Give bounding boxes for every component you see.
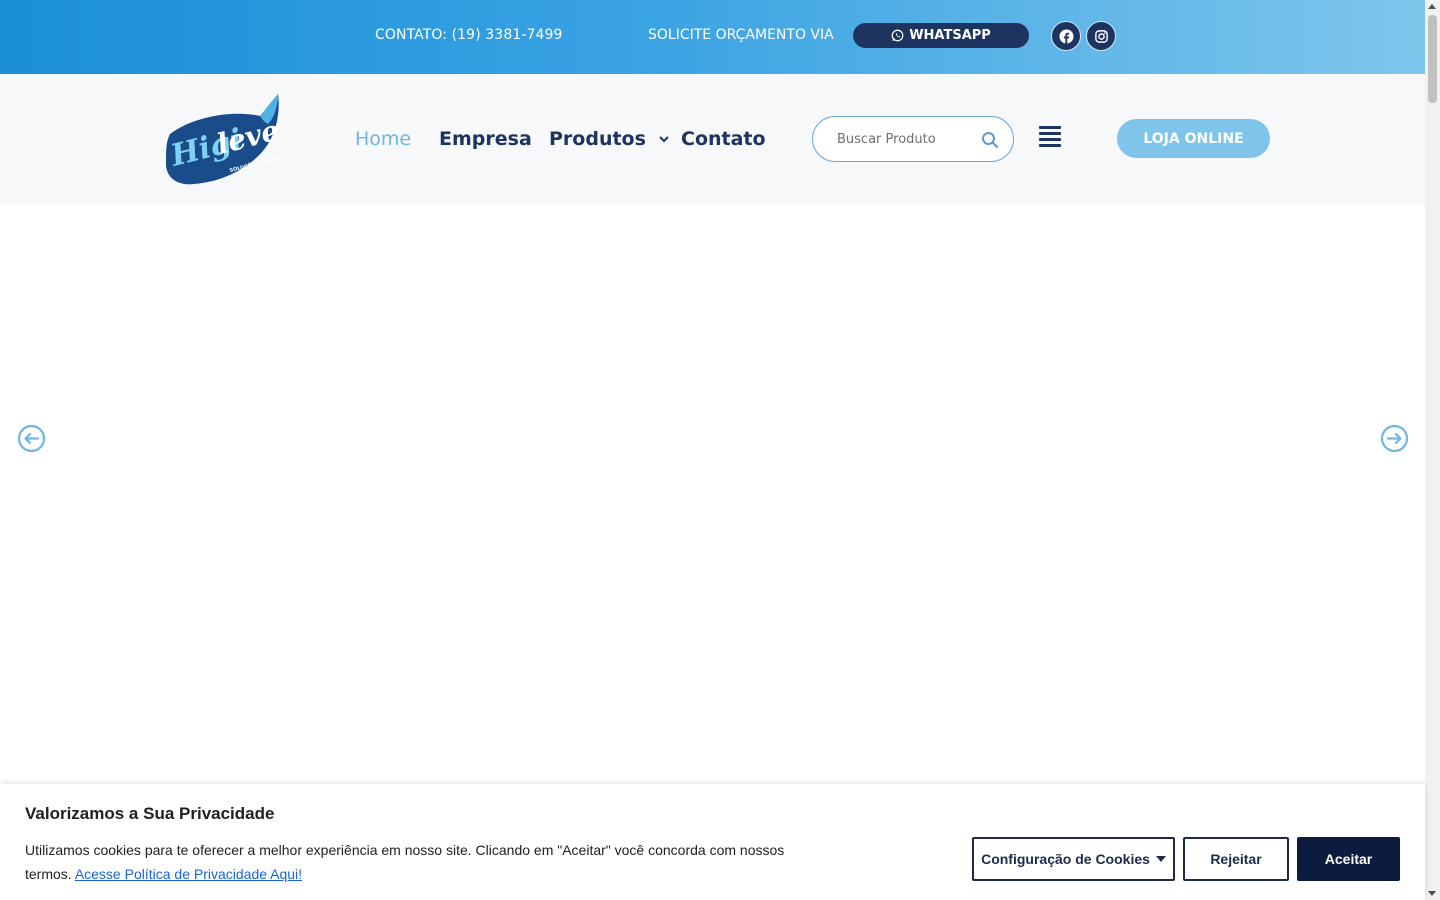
search-icon[interactable] (981, 131, 999, 149)
cookie-title: Valorizamos a Sua Privacidade (25, 804, 275, 823)
cookie-banner: Valorizamos a Sua Privacidade Utilizamos… (0, 784, 1425, 900)
accept-button[interactable]: Aceitar (1297, 837, 1400, 881)
contact-phone[interactable]: CONTATO: (19) 3381-7499 (375, 27, 563, 43)
facebook-link[interactable] (1051, 21, 1081, 51)
scroll-up-arrow[interactable] (1428, 4, 1436, 9)
site-header: Higi leve SOLUÇÕES EM LIMPEZA Home Empre… (0, 74, 1425, 205)
hero-slider (0, 205, 1425, 785)
nav-produtos[interactable]: Produtos (549, 128, 669, 150)
cookie-settings-button[interactable]: Configuração de Cookies (972, 837, 1175, 881)
search-box[interactable]: Buscar Produto (812, 116, 1014, 162)
facebook-icon (1058, 28, 1074, 44)
online-store-button[interactable]: LOJA ONLINE (1117, 119, 1270, 158)
page-scrollbar[interactable] (1425, 0, 1440, 900)
reject-button[interactable]: Rejeitar (1183, 837, 1289, 881)
top-bar: CONTATO: (19) 3381-7499 SOLICITE ORÇAMEN… (0, 0, 1425, 74)
caret-down-icon (1155, 856, 1166, 862)
site-logo[interactable]: Higi leve SOLUÇÕES EM LIMPEZA (164, 94, 295, 186)
nav-contato[interactable]: Contato (681, 128, 766, 150)
cookie-settings-label: Configuração de Cookies (981, 851, 1150, 867)
whatsapp-icon (891, 29, 904, 42)
logo-graphic: Higi leve SOLUÇÕES EM LIMPEZA (166, 94, 295, 185)
cookie-text: Utilizamos cookies para te oferecer a me… (25, 838, 825, 886)
menu-icon[interactable] (1039, 126, 1061, 150)
whatsapp-button[interactable]: WHATSAPP (853, 23, 1029, 48)
quote-text: SOLICITE ORÇAMENTO VIA (648, 27, 834, 43)
arrow-left-circle-icon[interactable] (17, 424, 46, 453)
instagram-link[interactable] (1086, 21, 1116, 51)
privacy-policy-link[interactable]: Acesse Política de Privacidade Aqui! (75, 866, 302, 882)
search-placeholder: Buscar Produto (837, 132, 936, 147)
chevron-down-icon (658, 136, 669, 143)
scroll-down-arrow[interactable] (1428, 891, 1436, 896)
whatsapp-label: WHATSAPP (909, 28, 991, 43)
scroll-thumb[interactable] (1428, 15, 1437, 103)
nav-home[interactable]: Home (355, 128, 411, 150)
nav-empresa[interactable]: Empresa (439, 128, 532, 150)
nav-produtos-label: Produtos (549, 128, 646, 150)
instagram-icon (1094, 29, 1108, 43)
arrow-right-circle-icon[interactable] (1380, 424, 1409, 453)
